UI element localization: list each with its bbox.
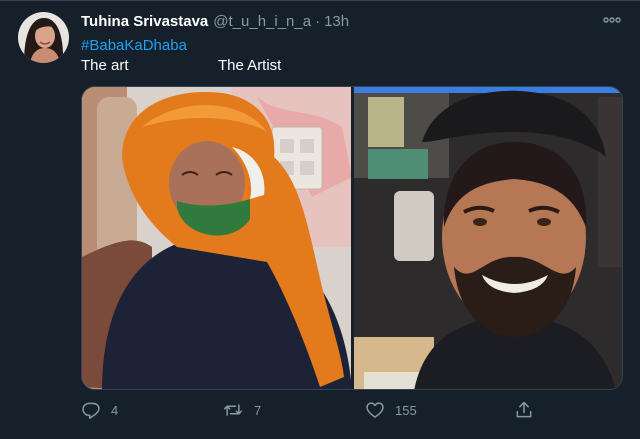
share-button[interactable] (514, 400, 534, 420)
author-name[interactable]: Tuhina Srivastava (81, 13, 208, 30)
caption-left: The art (81, 57, 129, 74)
media-photo-left[interactable] (82, 87, 351, 389)
retweet-count: 7 (254, 402, 262, 418)
tweet-actions: 4 7 155 (0, 398, 640, 426)
caption-right: The Artist (218, 57, 282, 74)
tweet-media (81, 86, 623, 390)
tweet-card: Tuhina Srivastava @t_u_h_i_n_a · 13h #Ba… (0, 0, 640, 439)
tweet-header: Tuhina Srivastava @t_u_h_i_n_a · 13h (81, 13, 349, 33)
retweet-button[interactable]: 7 (222, 400, 261, 420)
hashtag-link[interactable]: #BabaKaDhaba (81, 37, 187, 54)
author-handle[interactable]: @t_u_h_i_n_a (213, 13, 311, 30)
retweet-icon (223, 404, 243, 416)
share-icon (516, 401, 532, 418)
avatar[interactable] (18, 12, 69, 63)
like-count: 155 (395, 402, 417, 418)
tweet-timestamp[interactable]: 13h (324, 13, 349, 30)
divider (0, 0, 640, 1)
reply-button[interactable]: 4 (81, 400, 118, 420)
separator-dot: · (315, 13, 321, 30)
media-photo-right[interactable] (354, 87, 622, 389)
heart-icon (366, 402, 384, 418)
like-button[interactable]: 155 (365, 400, 417, 420)
more-icon[interactable] (602, 12, 622, 28)
reply-count: 4 (111, 402, 119, 418)
reply-icon (82, 402, 100, 419)
